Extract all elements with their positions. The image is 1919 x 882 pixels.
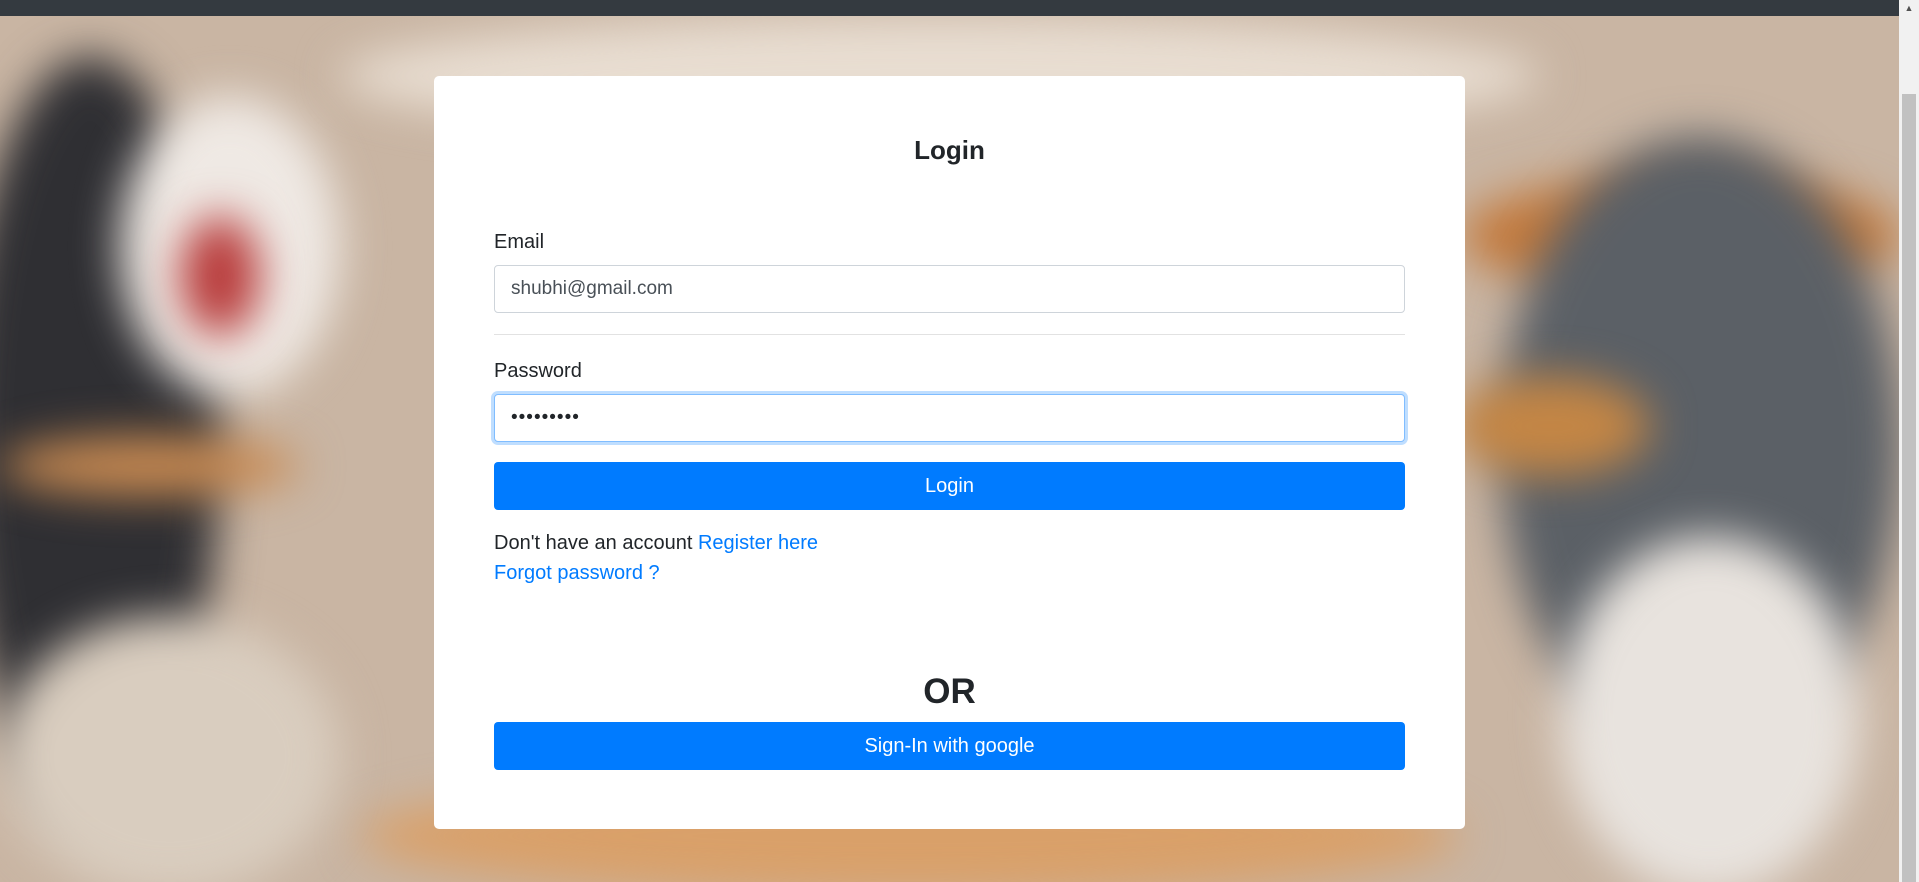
email-label: Email [494, 231, 545, 253]
no-account-text: Don't have an account [494, 532, 693, 554]
password-label: Password [494, 360, 582, 382]
email-group: Email shubhi@gmail.com [494, 230, 1405, 313]
forgot-password-link[interactable]: Forgot password ? [494, 562, 660, 584]
register-line: Don't have an account Register here [494, 528, 1405, 558]
forgot-line: Forgot password ? [494, 558, 1405, 588]
or-divider-text: OR [923, 672, 976, 711]
scroll-thumb[interactable] [1902, 94, 1916, 882]
register-link[interactable]: Register here [698, 532, 818, 554]
scrollbar[interactable]: ▲ [1899, 0, 1919, 882]
login-button[interactable]: Login [494, 462, 1405, 510]
scroll-up-icon[interactable]: ▲ [1899, 0, 1919, 16]
password-group: Password ••••••••• [494, 359, 1405, 442]
card-title: Login [914, 135, 985, 165]
email-field[interactable]: shubhi@gmail.com [494, 265, 1405, 313]
password-field[interactable]: ••••••••• [494, 394, 1405, 442]
login-card: Login Email shubhi@gmail.com Password ••… [434, 76, 1465, 829]
google-signin-button[interactable]: Sign-In with google [494, 722, 1405, 770]
divider [494, 334, 1405, 335]
top-bar [0, 0, 1919, 16]
